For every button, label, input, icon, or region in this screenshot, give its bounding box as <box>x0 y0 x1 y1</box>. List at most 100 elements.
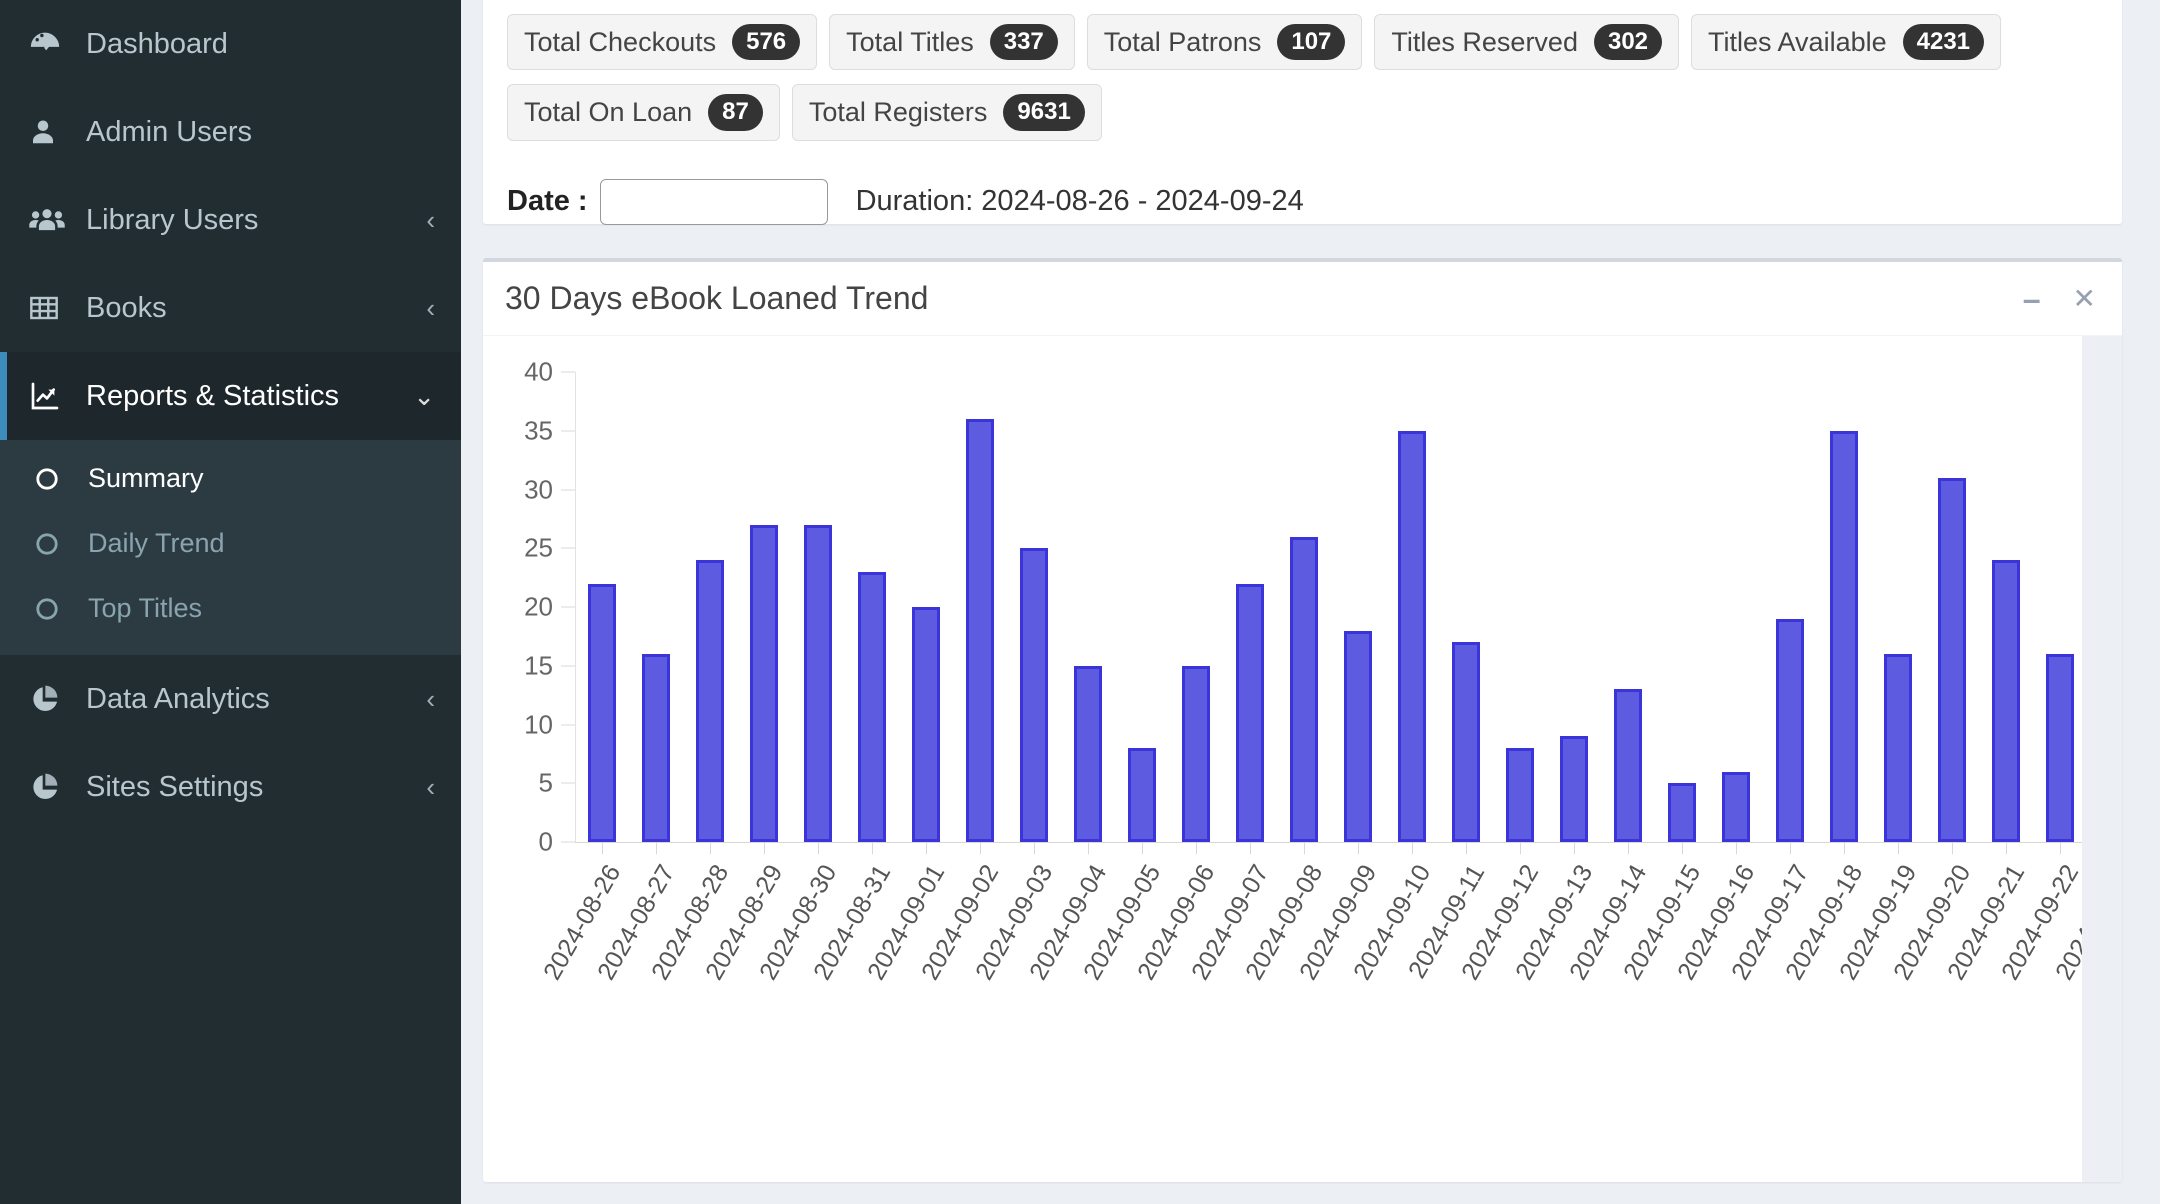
bar[interactable] <box>804 524 832 842</box>
x-axis-label-slot: 2024-09-20 <box>1888 860 1979 1180</box>
sidebar-item-admin-users[interactable]: Admin Users <box>0 88 461 176</box>
x-axis-tick-mark <box>1709 843 1763 855</box>
bar[interactable] <box>1830 430 1858 842</box>
radio-circle-icon <box>34 466 72 492</box>
bar-slot <box>2033 372 2087 842</box>
bar[interactable] <box>1560 736 1588 842</box>
bar[interactable] <box>1020 548 1048 842</box>
y-axis-tick-mark <box>561 665 575 667</box>
y-axis-tick-label: 20 <box>524 591 553 622</box>
x-axis-label-slot: 2024-09-10 <box>1348 860 1439 1180</box>
bar[interactable] <box>1614 689 1642 842</box>
x-axis-tick-mark <box>845 843 899 855</box>
user-icon <box>28 116 72 148</box>
bar[interactable] <box>588 583 616 842</box>
bar-slot <box>1817 372 1871 842</box>
chevron-left-icon[interactable]: ‹ <box>426 684 435 715</box>
x-axis-label-slot: 2024-09-23 <box>2050 860 2122 1180</box>
y-axis-tick-label: 15 <box>524 650 553 681</box>
date-input[interactable] <box>599 178 828 225</box>
x-axis-label-slot: 2024-09-11 <box>1403 860 1493 1180</box>
bar[interactable] <box>1128 748 1156 842</box>
x-axis-tick-mark <box>1871 843 1925 855</box>
x-axis-tick-mark <box>1601 843 1655 855</box>
bar[interactable] <box>1236 583 1264 842</box>
status-badge-label: Total On Loan <box>524 96 693 127</box>
bar[interactable] <box>2100 677 2122 842</box>
bar-slot <box>1277 372 1331 842</box>
radio-circle-icon <box>34 596 72 622</box>
x-axis-label-slot: 2024-08-26 <box>538 860 629 1180</box>
sidebar-item-reports-statistics[interactable]: Reports & Statistics ⌄ <box>0 352 461 440</box>
sidebar-item-summary[interactable]: Summary <box>0 446 461 511</box>
sidebar-item-library-users[interactable]: Library Users ‹ <box>0 176 461 264</box>
sidebar-item-data-analytics[interactable]: Data Analytics ‹ <box>0 655 461 743</box>
x-axis-tick-mark <box>1655 843 1709 855</box>
bar[interactable] <box>696 560 724 842</box>
x-axis-label-slot: 2024-08-30 <box>754 860 845 1180</box>
y-axis: 0 5 10 15 20 25 30 35 40 <box>497 357 575 857</box>
sidebar-item-dashboard[interactable]: Dashboard <box>0 0 461 88</box>
bar[interactable] <box>1344 630 1372 842</box>
y-axis-tick-label: 40 <box>524 356 553 387</box>
status-badge-count: 9631 <box>1003 94 1085 131</box>
status-badge-count: 87 <box>708 94 763 131</box>
status-badge-count: 107 <box>1277 24 1346 61</box>
bar-slot <box>1655 372 1709 842</box>
bar[interactable] <box>750 524 778 842</box>
bar-slot <box>1763 372 1817 842</box>
bar-slot <box>1547 372 1601 842</box>
bar[interactable] <box>1506 748 1534 842</box>
chevron-left-icon[interactable]: ‹ <box>426 205 435 236</box>
bar[interactable] <box>642 654 670 842</box>
chevron-left-icon[interactable]: ‹ <box>426 293 435 324</box>
x-axis-tick-mark <box>1925 843 1979 855</box>
bar[interactable] <box>1452 642 1480 842</box>
sidebar-item-sites-settings[interactable]: Sites Settings ‹ <box>0 743 461 831</box>
bar[interactable] <box>1776 618 1804 842</box>
stat-badge-list: Total Checkouts 576 Total Titles 337 Total P… <box>507 14 2098 141</box>
bar[interactable] <box>1884 654 1912 842</box>
sidebar-item-daily-trend[interactable]: Daily Trend <box>0 511 461 576</box>
sidebar-item-top-titles[interactable]: Top Titles <box>0 576 461 641</box>
x-axis-label-slot: 2024-09-16 <box>1672 860 1763 1180</box>
bar[interactable] <box>1182 665 1210 842</box>
bar[interactable] <box>2046 654 2074 842</box>
y-axis-tick-mark <box>561 841 575 843</box>
bar-slot <box>575 372 629 842</box>
x-axis-tick-mark <box>1547 843 1601 855</box>
status-badge-label: Titles Available <box>1708 26 1887 57</box>
bar[interactable] <box>1938 477 1966 842</box>
minimize-icon[interactable]: – <box>2023 283 2041 315</box>
x-axis-tick-mark <box>1277 843 1331 855</box>
y-axis-tick-mark <box>561 606 575 608</box>
x-axis-label-slot: 2024-09-06 <box>1132 860 1223 1180</box>
chevron-left-icon[interactable]: ‹ <box>426 772 435 803</box>
bar-slot <box>845 372 899 842</box>
bar[interactable] <box>966 419 994 842</box>
x-axis-tick-mark <box>683 843 737 855</box>
chevron-down-icon[interactable]: ⌄ <box>413 381 435 412</box>
x-axis-label-slot: 2024-08-29 <box>700 860 791 1180</box>
status-badge-count: 302 <box>1593 24 1663 61</box>
status-badge-count: 337 <box>989 24 1058 61</box>
bar[interactable] <box>1722 771 1750 842</box>
x-axis-ticks <box>575 843 2122 855</box>
close-icon[interactable]: ✕ <box>2073 284 2096 313</box>
y-axis-tick-label: 25 <box>524 532 553 563</box>
x-axis-label-slot: 2024-09-07 <box>1186 860 1277 1180</box>
bar-slot <box>899 372 953 842</box>
sidebar-subitem-label: Summary <box>88 463 204 493</box>
status-badge-count: 576 <box>732 24 801 61</box>
bar[interactable] <box>1992 560 2020 842</box>
bar[interactable] <box>912 607 940 842</box>
bar[interactable] <box>1074 665 1102 842</box>
bar[interactable] <box>858 571 886 842</box>
bar[interactable] <box>1668 783 1696 842</box>
duration-text: Duration: 2024-08-26 - 2024-09-24 <box>855 185 1304 218</box>
sidebar-subitem-label: Daily Trend <box>88 528 225 558</box>
bar[interactable] <box>1398 430 1426 842</box>
bar[interactable] <box>1290 536 1318 842</box>
bar-slot <box>629 372 683 842</box>
sidebar-item-books[interactable]: Books ‹ <box>0 264 461 352</box>
